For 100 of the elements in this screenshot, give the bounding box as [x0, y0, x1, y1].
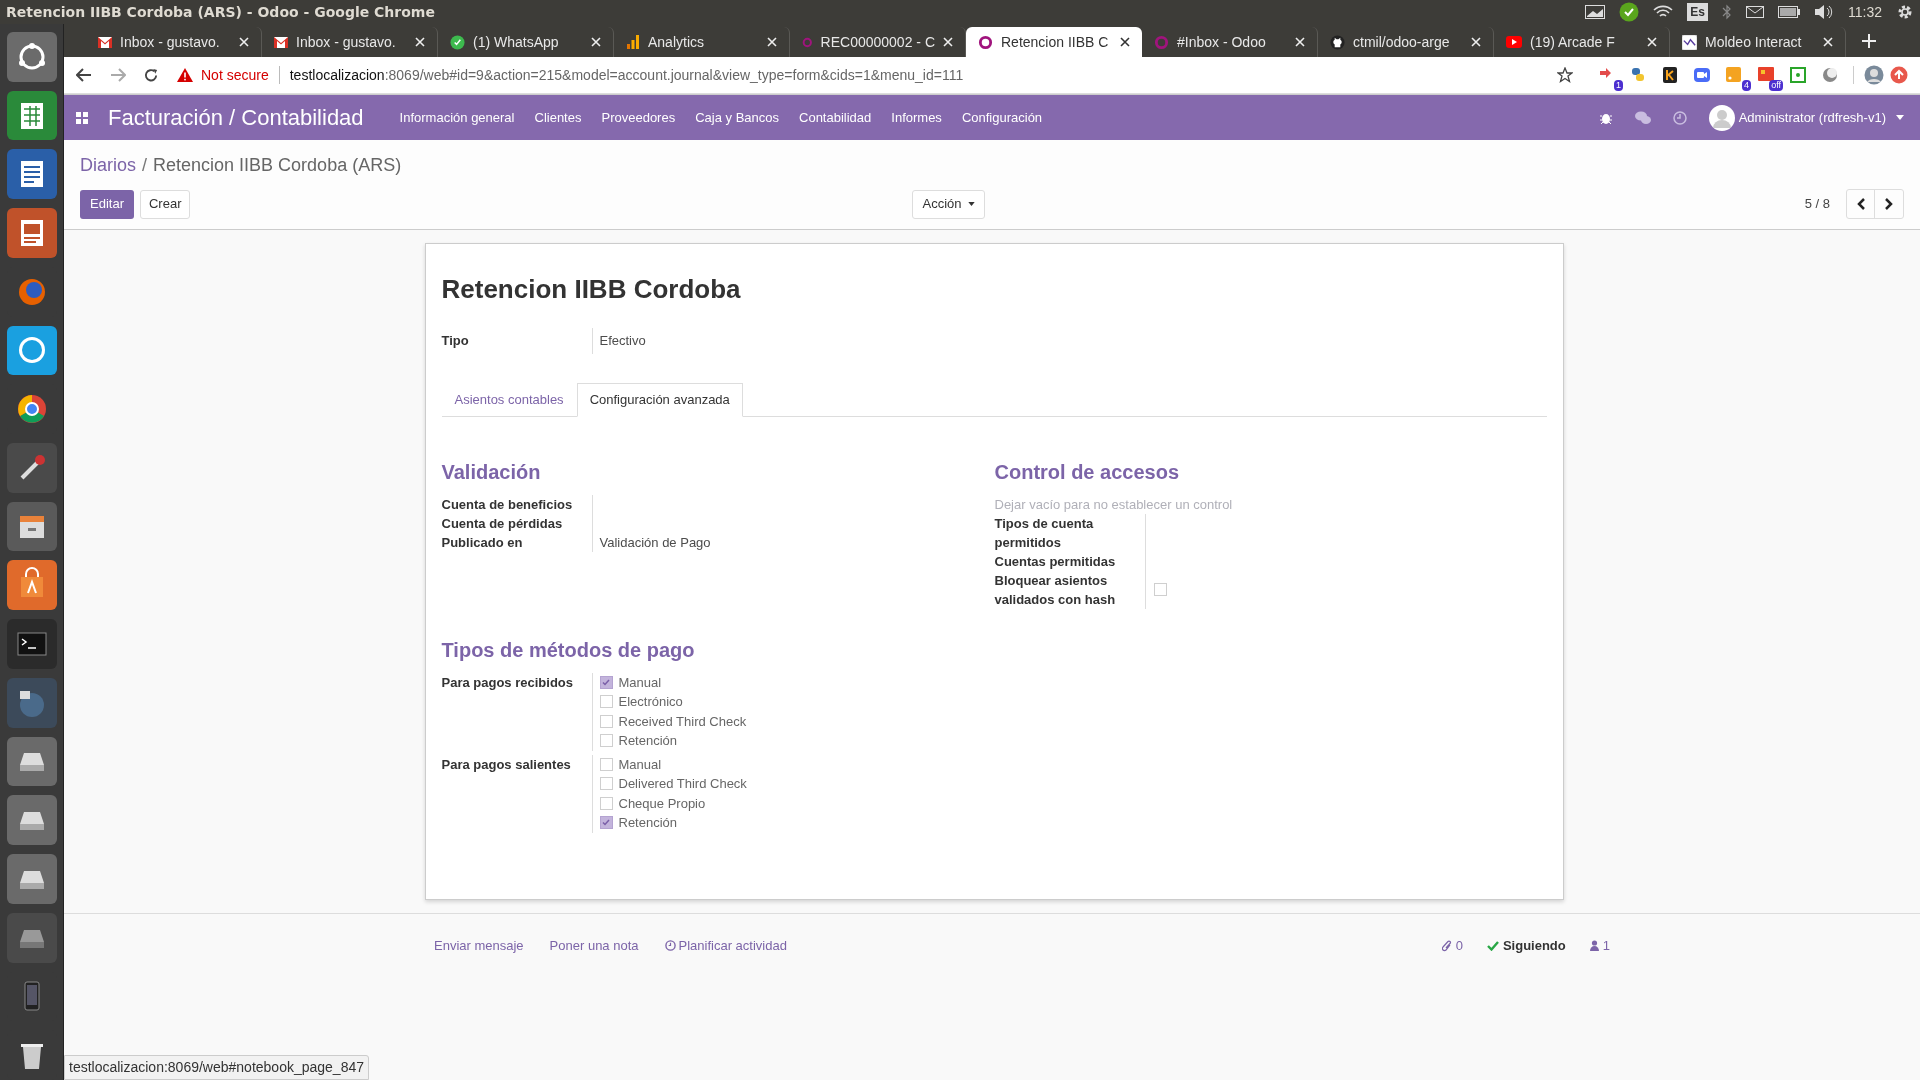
- launcher-button[interactable]: [6, 501, 57, 552]
- form-tab[interactable]: Asientos contables: [441, 382, 577, 417]
- clock[interactable]: 11:32: [1848, 1, 1882, 23]
- menu-item[interactable]: Proveedores: [601, 107, 676, 128]
- launcher-button[interactable]: [6, 677, 57, 728]
- checkbox[interactable]: [599, 695, 613, 709]
- extension-badge: off: [1769, 80, 1783, 91]
- option-label: Retención: [618, 732, 678, 750]
- up-arrow-circle-icon[interactable]: [1890, 66, 1908, 84]
- browser-tab[interactable]: (19) Arcade F: [1494, 27, 1670, 57]
- checkbox[interactable]: [599, 675, 613, 689]
- tab-title: (1) WhatsApp: [473, 32, 559, 52]
- action-dropdown[interactable]: Acción: [912, 189, 985, 219]
- launcher-button[interactable]: [6, 149, 57, 200]
- launcher-button[interactable]: [6, 854, 57, 904]
- tab-title: ctmil/odoo-arge: [1353, 32, 1450, 52]
- ring-icon: [978, 34, 993, 50]
- field-label: Publicado en: [441, 533, 524, 552]
- launcher-button[interactable]: [6, 32, 57, 82]
- wifi-icon: [1653, 5, 1674, 19]
- menu-item[interactable]: Configuración: [961, 107, 1043, 128]
- checkbox[interactable]: [599, 714, 613, 728]
- caret-icon: [967, 202, 975, 206]
- launcher-button[interactable]: [6, 560, 57, 611]
- envelope-icon: [1746, 6, 1764, 18]
- browser-tab[interactable]: Moldeo Interact: [1670, 27, 1846, 57]
- log-note-link[interactable]: Poner una nota: [549, 936, 639, 956]
- schedule-activity-link[interactable]: Planificar actividad: [664, 936, 787, 956]
- browser-tab[interactable]: ctmil/odoo-arge: [1318, 27, 1494, 57]
- new-tab-icon[interactable]: [1862, 34, 1876, 48]
- followers-button[interactable]: 1: [1589, 936, 1610, 956]
- user-avatar-icon[interactable]: [1864, 65, 1884, 85]
- field-value: Validación de Pago: [599, 534, 711, 550]
- launcher-button[interactable]: [6, 443, 57, 493]
- close-icon[interactable]: [1120, 37, 1130, 47]
- send-message-link[interactable]: Enviar mensaje: [434, 936, 524, 956]
- breadcrumb-separator: /: [142, 154, 148, 177]
- envelope-icon: [274, 36, 288, 48]
- menu-item[interactable]: Información general: [399, 107, 515, 128]
- menu-item[interactable]: Informes: [891, 107, 942, 128]
- chevron-left-icon: [1856, 198, 1865, 210]
- envelope-icon: [98, 36, 112, 48]
- launcher-button[interactable]: [6, 736, 57, 787]
- browser-tab[interactable]: Retencion IIBB C: [966, 27, 1142, 57]
- app-title[interactable]: Facturación / Contabilidad: [108, 101, 364, 134]
- checkbox[interactable]: [599, 734, 613, 748]
- checkbox[interactable]: [1153, 583, 1167, 596]
- section-heading: Validación: [441, 459, 542, 485]
- tab-title: #Inbox - Odoo: [1177, 32, 1266, 52]
- browser-tab[interactable]: Inbox - gustavo.: [262, 27, 438, 57]
- launcher-button[interactable]: [6, 90, 57, 141]
- address-url[interactable]: testlocalizacion:8069/web#id=9&action=215&model=account.journal&view_type=form&cids=1&menu_id=111: [289, 64, 964, 86]
- menu-item[interactable]: Contabilidad: [799, 107, 872, 128]
- apps-menu-icon[interactable]: [76, 111, 88, 124]
- create-button[interactable]: Crear: [139, 189, 191, 219]
- bookmark-star-icon[interactable]: [1557, 67, 1573, 83]
- launcher-button[interactable]: [6, 208, 57, 258]
- check-icon: [1486, 940, 1499, 951]
- option-label: Electrónico: [618, 693, 683, 711]
- option-label: Manual: [618, 755, 662, 774]
- chat-bubble-icon: [450, 34, 465, 50]
- security-warning[interactable]: Not secure: [201, 64, 269, 86]
- volume-icon: [1814, 4, 1834, 20]
- reload-icon[interactable]: [144, 67, 159, 83]
- menu-item[interactable]: Caja y Bancos: [695, 107, 779, 128]
- browser-tab[interactable]: Analytics: [614, 27, 790, 57]
- clock-icon: [664, 940, 676, 952]
- breadcrumb-current: Retencion IIBB Cordoba (ARS): [153, 154, 402, 177]
- settings-icon[interactable]: [1896, 3, 1914, 21]
- launcher-button[interactable]: [6, 325, 57, 376]
- person-icon: [1589, 940, 1599, 952]
- checkbox[interactable]: [599, 796, 613, 810]
- clock-icon[interactable]: [1672, 110, 1687, 125]
- field-label: Para pagos salientes: [441, 755, 572, 774]
- menu-item[interactable]: Clientes: [534, 107, 582, 128]
- bar-chart-icon: [626, 35, 640, 49]
- launcher-button[interactable]: [6, 795, 57, 846]
- field-label: Para pagos recibidos: [441, 673, 574, 692]
- chat-bubbles-icon[interactable]: [1634, 110, 1651, 125]
- browser-tab[interactable]: Inbox - gustavo.: [86, 27, 262, 57]
- keyboard-layout[interactable]: Es: [1687, 3, 1708, 21]
- monitor-icon: [1585, 5, 1606, 19]
- field-label: Tipo: [441, 332, 470, 350]
- attachments-button[interactable]: 0: [1441, 936, 1463, 956]
- pager-value: 5 / 8: [1804, 195, 1830, 214]
- checkbox[interactable]: [599, 816, 613, 830]
- form-tab[interactable]: Configuración avanzada: [576, 382, 743, 417]
- field-label: Bloquear asientos validados con hash: [994, 571, 1117, 609]
- ring-icon: [1154, 34, 1169, 50]
- camera-extension-icon: [1693, 66, 1711, 84]
- browser-tab[interactable]: (1) WhatsApp: [438, 27, 614, 57]
- browser-tab[interactable]: #Inbox - Odoo: [1142, 27, 1318, 57]
- edit-button[interactable]: Editar: [80, 189, 134, 219]
- checkbox[interactable]: [599, 777, 613, 791]
- back-arrow-icon[interactable]: [76, 68, 92, 82]
- breadcrumb-link[interactable]: Diarios: [80, 152, 136, 179]
- field-label: Cuenta de beneficios: [441, 495, 574, 514]
- checkbox[interactable]: [599, 757, 613, 771]
- following-button[interactable]: Siguiendo: [1486, 936, 1566, 956]
- user-menu[interactable]: Administrator (rdfresh-v1): [1708, 104, 1904, 131]
